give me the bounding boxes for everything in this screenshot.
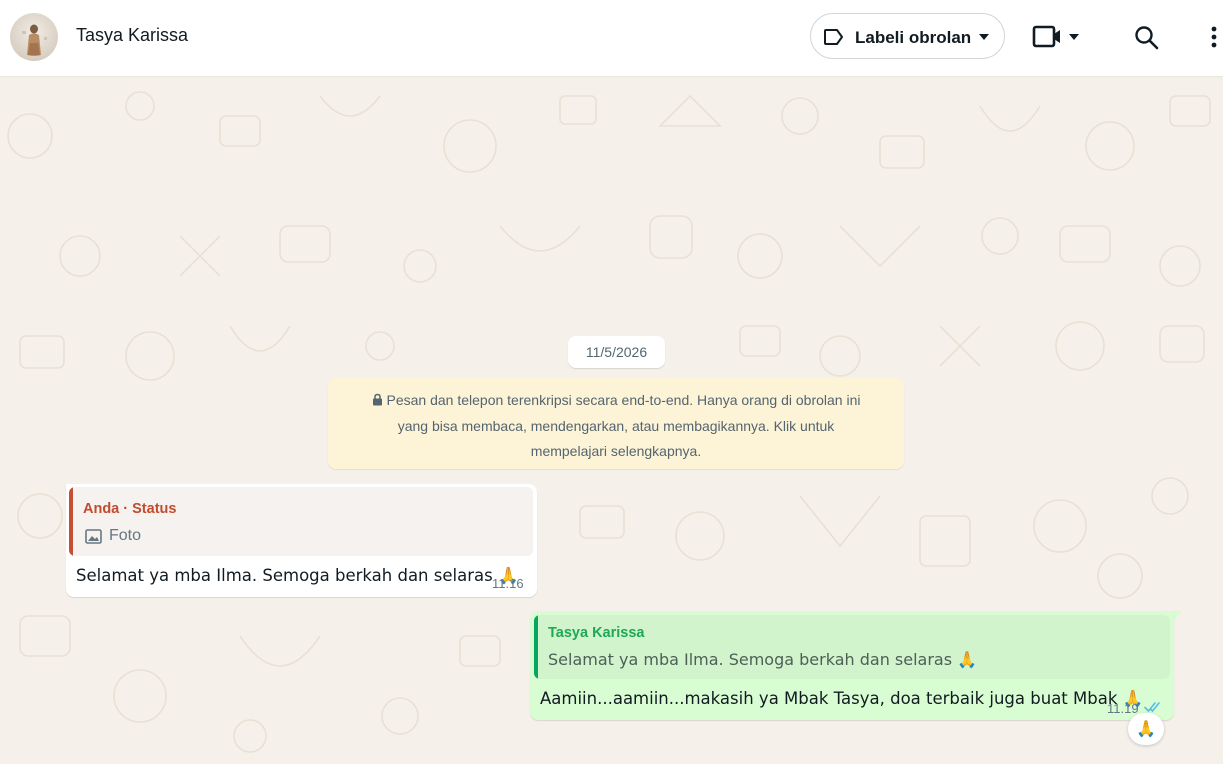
encryption-notice[interactable]: Pesan dan telepon terenkripsi secara end… xyxy=(328,378,904,469)
double-check-icon xyxy=(1144,702,1160,713)
tag-outline-icon xyxy=(824,29,843,45)
message-time: 11.16 xyxy=(492,576,524,591)
encryption-line-3: mempelajari selengkapnya. xyxy=(530,443,702,459)
outgoing-message[interactable]: Tasya Karissa Selamat ya mba Ilma. Semog… xyxy=(530,611,1174,720)
quote-text: Foto xyxy=(109,527,142,544)
incoming-message[interactable]: Anda · Status Foto Selamat ya mba Ilma. … xyxy=(66,484,537,597)
video-call-button[interactable] xyxy=(1030,22,1086,54)
lock-icon xyxy=(372,393,382,406)
contact-name[interactable]: Tasya Karissa xyxy=(76,25,188,46)
search-button[interactable] xyxy=(1133,24,1161,52)
kebab-menu-icon xyxy=(1211,26,1217,48)
quote-author: Anda · Status xyxy=(83,501,177,517)
message-text: Selamat ya mba Ilma. Semoga berkah dan s… xyxy=(76,566,519,585)
label-chat-button[interactable]: Labeli obrolan xyxy=(810,13,1005,59)
quote-accent-bar xyxy=(534,615,538,679)
chat-header: Tasya Karissa Labeli obrolan xyxy=(0,0,1223,76)
message-reaction[interactable]: 🙏 xyxy=(1128,713,1164,745)
contact-avatar[interactable] xyxy=(10,13,58,61)
chat-area[interactable]: 11/5/2026 Pesan dan telepon terenkripsi … xyxy=(0,76,1223,764)
quoted-status[interactable]: Anda · Status Foto xyxy=(69,487,533,556)
quote-text: Selamat ya mba Ilma. Semoga berkah dan s… xyxy=(548,650,978,669)
date-separator: 11/5/2026 xyxy=(568,336,665,368)
video-camera-icon xyxy=(1032,25,1079,48)
quote-accent-bar xyxy=(69,487,73,556)
encryption-line-2: yang bisa membaca, mendengarkan, atau me… xyxy=(397,417,835,434)
quote-author: Tasya Karissa xyxy=(548,625,645,641)
label-chat-text: Labeli obrolan xyxy=(855,28,972,47)
search-icon xyxy=(1135,26,1159,50)
image-icon xyxy=(85,529,102,544)
encryption-line-1: Pesan dan telepon terenkripsi secara end… xyxy=(352,388,880,414)
avatar-photo xyxy=(22,24,47,56)
message-text: Aamiin...aamiin...makasih ya Mbak Tasya,… xyxy=(540,689,1144,708)
chevron-down-icon xyxy=(979,34,989,40)
quoted-message[interactable]: Tasya Karissa Selamat ya mba Ilma. Semog… xyxy=(534,615,1170,679)
menu-button[interactable] xyxy=(1204,22,1223,54)
message-time: 11.19 xyxy=(1107,701,1139,716)
